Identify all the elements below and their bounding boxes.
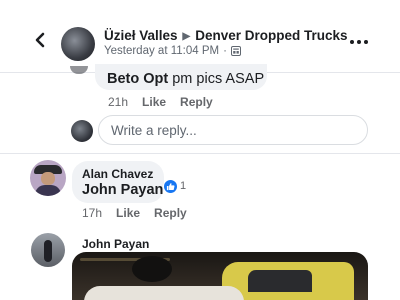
- comment-body: pm pics ASAP: [168, 71, 265, 87]
- group-audience-icon: [230, 46, 241, 56]
- avatar-alan-chavez[interactable]: [30, 160, 66, 196]
- more-options-button[interactable]: [350, 38, 368, 46]
- group-name-link[interactable]: Denver Dropped Trucks: [195, 28, 347, 43]
- comment-bubble: Beto Opt pm pics ASAP: [95, 64, 267, 90]
- like-button[interactable]: Like: [142, 95, 166, 109]
- avatar-shirt: [35, 185, 61, 196]
- reply-button[interactable]: Reply: [154, 206, 187, 220]
- chevron-left-icon: [35, 32, 45, 48]
- reaction-count: 1: [180, 180, 187, 192]
- comment-actions: 21h Like Reply: [108, 95, 213, 109]
- reply-button[interactable]: Reply: [180, 95, 213, 109]
- comment-bubble: Alan Chavez John Payan: [72, 161, 164, 203]
- post-header: Üzieł Valles ▶ Denver Dropped Trucks Yeste…: [0, 0, 400, 73]
- divider: [0, 153, 400, 154]
- more-horizontal-icon: [350, 40, 354, 44]
- author-name-link[interactable]: Üzieł Valles: [104, 28, 178, 43]
- author-avatar[interactable]: [61, 27, 95, 61]
- back-button[interactable]: [30, 30, 50, 50]
- reaction-summary[interactable]: 1: [163, 178, 186, 194]
- more-dot: [357, 40, 361, 44]
- mention-link[interactable]: Beto Opt: [107, 71, 168, 87]
- comment-actions: 17h Like Reply: [82, 206, 187, 220]
- post-timestamp[interactable]: Yesterday at 11:04 PM: [104, 45, 219, 57]
- avatar-figure: [44, 240, 52, 262]
- like-icon: [163, 178, 178, 194]
- reply-placeholder: Write a reply...: [111, 122, 197, 138]
- current-user-avatar: [71, 120, 93, 142]
- avatar-face: [41, 172, 55, 185]
- like-button[interactable]: Like: [116, 206, 140, 220]
- post-meta: Yesterday at 11:04 PM ·: [104, 45, 241, 57]
- photo-tree: [132, 256, 172, 282]
- post-title: Üzieł Valles ▶ Denver Dropped Trucks: [104, 28, 348, 43]
- photo-truck-front: [84, 286, 244, 300]
- reply-input[interactable]: Write a reply...: [98, 115, 368, 145]
- comment-text: Beto Opt pm pics ASAP: [107, 71, 264, 87]
- avatar-john-payan[interactable]: [31, 233, 65, 267]
- group-arrow-icon: ▶: [182, 31, 191, 42]
- comment-author-link[interactable]: Alan Chavez: [82, 167, 153, 181]
- photo-truck-window: [248, 270, 312, 292]
- comment-photo-attachment[interactable]: [72, 252, 368, 300]
- meta-separator: ·: [223, 45, 227, 57]
- thumbs-up-glyph: [166, 182, 175, 190]
- comment-author-link[interactable]: John Payan: [82, 237, 149, 251]
- mention-link[interactable]: John Payan: [82, 182, 163, 198]
- more-dot: [364, 40, 368, 44]
- comment-age: 17h: [82, 206, 103, 220]
- comment-age: 21h: [108, 95, 129, 109]
